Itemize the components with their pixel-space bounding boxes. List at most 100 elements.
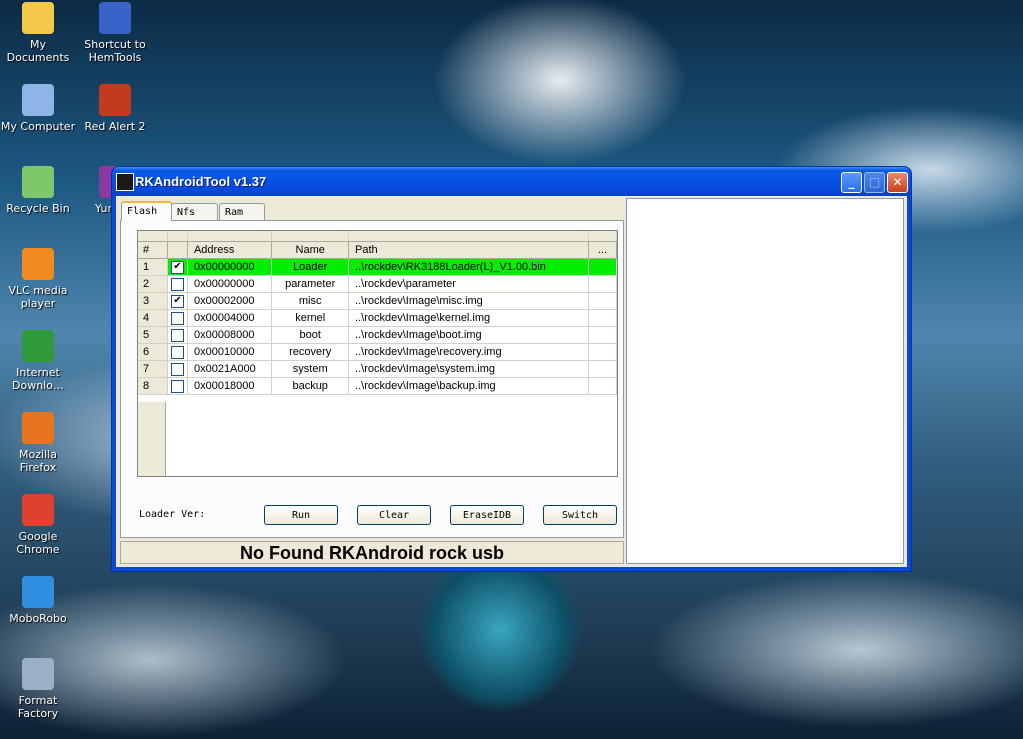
desktop-icon[interactable]: Format Factory bbox=[0, 658, 76, 720]
row-header-filler bbox=[138, 402, 166, 476]
desktop-icon[interactable]: Recycle Bin bbox=[0, 166, 76, 215]
desktop-icon[interactable]: Internet Downlo… bbox=[0, 330, 76, 392]
header-path[interactable]: Path bbox=[348, 241, 589, 259]
row-number: 5 bbox=[138, 326, 168, 344]
desktop-icon[interactable]: Shortcut to HemTools bbox=[77, 2, 153, 64]
row-path[interactable]: ..\rockdev\Image\recovery.img bbox=[348, 343, 589, 361]
row-path[interactable]: ..\rockdev\Image\misc.img bbox=[348, 292, 589, 310]
row-name: system bbox=[271, 360, 350, 378]
row-browse[interactable] bbox=[588, 377, 617, 395]
row-checkbox-cell bbox=[167, 377, 188, 395]
row-browse[interactable] bbox=[588, 343, 617, 361]
row-browse[interactable] bbox=[588, 360, 617, 378]
row-path[interactable]: ..\rockdev\parameter bbox=[348, 275, 589, 293]
partition-table: # Address Name Path ... 1 ✔ 0x00000000 Load… bbox=[137, 230, 618, 477]
minimize-button[interactable]: _ bbox=[841, 172, 862, 193]
row-name: backup bbox=[271, 377, 350, 395]
desktop-icon-label: Mozilla Firefox bbox=[19, 448, 57, 474]
row-checkbox-cell bbox=[167, 360, 188, 378]
table-row[interactable]: 4 0x00004000 kernel ..\rockdev\Image\kernel… bbox=[138, 309, 617, 327]
window-client: Flash Nfs Ram # Address Name Path ... 1 ✔… bbox=[116, 196, 907, 567]
desktop-icon[interactable]: Google Chrome bbox=[0, 494, 76, 556]
header-name[interactable]: Name bbox=[271, 241, 350, 259]
table-row[interactable]: 1 ✔ 0x00000000 Loader ..\rockdev\RK3188Loade… bbox=[138, 258, 617, 276]
row-checkbox[interactable] bbox=[170, 362, 184, 376]
row-path[interactable]: ..\rockdev\Image\backup.img bbox=[348, 377, 589, 395]
table-row[interactable]: 2 0x00000000 parameter ..\rockdev\parameter bbox=[138, 275, 617, 293]
row-checkbox[interactable] bbox=[170, 277, 184, 291]
row-browse[interactable] bbox=[588, 292, 617, 310]
recycle-bin-icon bbox=[22, 166, 54, 198]
row-checkbox-cell: ✔ bbox=[167, 258, 188, 276]
firefox-icon bbox=[22, 412, 54, 444]
row-path[interactable]: ..\rockdev\RK3188Loader(L)_V1.00.bin bbox=[348, 258, 589, 276]
desktop-icon[interactable]: MoboRobo bbox=[0, 576, 76, 625]
close-button[interactable]: ✕ bbox=[887, 172, 908, 193]
erase-idb-button[interactable]: EraseIDB bbox=[450, 505, 524, 525]
desktop-icon[interactable]: VLC media player bbox=[0, 248, 76, 310]
desktop-icon[interactable]: My Computer bbox=[0, 84, 76, 133]
game-icon bbox=[99, 84, 131, 116]
tab-flash[interactable]: Flash bbox=[121, 201, 172, 221]
chrome-icon bbox=[22, 494, 54, 526]
loader-version-label: Loader Ver: bbox=[139, 509, 206, 520]
table-row[interactable]: 5 0x00008000 boot ..\rockdev\Image\boot.img bbox=[138, 326, 617, 344]
row-browse[interactable] bbox=[588, 275, 617, 293]
row-number: 3 bbox=[138, 292, 168, 310]
row-browse[interactable] bbox=[588, 326, 617, 344]
table-row[interactable]: 6 0x00010000 recovery ..\rockdev\Image\reco… bbox=[138, 343, 617, 361]
row-number: 1 bbox=[138, 258, 168, 276]
table-header-row: # Address Name Path ... bbox=[138, 241, 617, 259]
row-checkbox[interactable] bbox=[170, 379, 184, 393]
tab-ram[interactable]: Ram bbox=[219, 203, 265, 220]
close-icon: ✕ bbox=[892, 175, 903, 189]
row-browse[interactable] bbox=[588, 258, 617, 276]
desktop-icon-label: VLC media player bbox=[8, 284, 68, 310]
desktop-icon[interactable]: Mozilla Firefox bbox=[0, 412, 76, 474]
row-address: 0x00000000 bbox=[187, 258, 273, 276]
log-panel[interactable] bbox=[626, 198, 904, 564]
row-checkbox[interactable] bbox=[170, 345, 184, 359]
row-address: 0x00008000 bbox=[187, 326, 273, 344]
title-bar[interactable]: RKAndroidTool v1.37 _ □ ✕ bbox=[112, 167, 911, 196]
table-row[interactable]: 3 ✔ 0x00002000 misc ..\rockdev\Image\misc.im… bbox=[138, 292, 617, 310]
row-path[interactable]: ..\rockdev\Image\boot.img bbox=[348, 326, 589, 344]
header-num[interactable]: # bbox=[138, 241, 168, 259]
desktop-icon-label: Google Chrome bbox=[16, 530, 60, 556]
row-path[interactable]: ..\rockdev\Image\kernel.img bbox=[348, 309, 589, 327]
row-browse[interactable] bbox=[588, 309, 617, 327]
maximize-button[interactable]: □ bbox=[864, 172, 885, 193]
status-bar: No Found RKAndroid rock usb bbox=[120, 541, 624, 564]
run-button[interactable]: Run bbox=[264, 505, 338, 525]
table-row[interactable]: 8 0x00018000 backup ..\rockdev\Image\backup… bbox=[138, 377, 617, 395]
desktop-icon-label: Internet Downlo… bbox=[12, 366, 64, 392]
desktop-icon-label: My Computer bbox=[0, 120, 76, 133]
folder-icon bbox=[22, 2, 54, 34]
row-checkbox[interactable]: ✔ bbox=[170, 260, 184, 274]
flash-tab-panel: # Address Name Path ... 1 ✔ 0x00000000 Load… bbox=[120, 220, 624, 538]
row-checkbox[interactable] bbox=[170, 328, 184, 342]
row-address: 0x00002000 bbox=[187, 292, 273, 310]
tools-icon bbox=[99, 2, 131, 34]
vlc-icon bbox=[22, 248, 54, 280]
tab-nfs[interactable]: Nfs bbox=[171, 203, 218, 220]
row-checkbox[interactable]: ✔ bbox=[170, 294, 184, 308]
desktop-icon-label: MoboRobo bbox=[9, 612, 67, 625]
row-name: parameter bbox=[271, 275, 350, 293]
row-path[interactable]: ..\rockdev\Image\system.img bbox=[348, 360, 589, 378]
row-name: misc bbox=[271, 292, 350, 310]
row-checkbox[interactable] bbox=[170, 311, 184, 325]
header-more[interactable]: ... bbox=[588, 241, 617, 259]
table-row[interactable]: 7 0x0021A000 system ..\rockdev\Image\system… bbox=[138, 360, 617, 378]
rkandroidtool-window: RKAndroidTool v1.37 _ □ ✕ Flash Nfs Ram … bbox=[112, 167, 911, 571]
header-check[interactable] bbox=[167, 241, 188, 259]
desktop-icon[interactable]: Red Alert 2 bbox=[77, 84, 153, 133]
desktop-icon-label: My Documents bbox=[6, 38, 70, 64]
header-address[interactable]: Address bbox=[187, 241, 273, 259]
desktop-icon[interactable]: My Documents bbox=[0, 2, 76, 64]
switch-button[interactable]: Switch bbox=[543, 505, 617, 525]
clear-button[interactable]: Clear bbox=[357, 505, 431, 525]
minimize-icon: _ bbox=[848, 175, 855, 189]
row-number: 2 bbox=[138, 275, 168, 293]
row-name: recovery bbox=[271, 343, 350, 361]
